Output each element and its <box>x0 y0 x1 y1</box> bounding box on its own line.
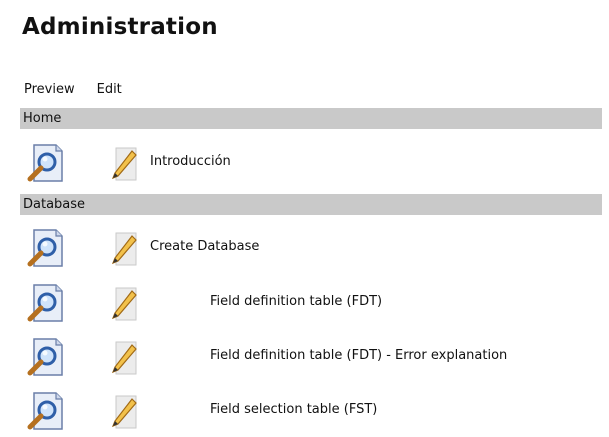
column-header-preview: Preview <box>24 82 75 97</box>
edit-button[interactable] <box>106 336 142 378</box>
list-item: Field selection table (FST) <box>22 390 602 432</box>
preview-button[interactable] <box>22 142 70 184</box>
list-item: Create Database <box>22 227 602 269</box>
magnifier-document-icon <box>27 392 63 430</box>
magnifier-document-icon <box>27 338 63 376</box>
magnifier-document-icon <box>27 284 63 322</box>
pencil-icon <box>111 395 137 429</box>
edit-button[interactable] <box>106 390 142 432</box>
page-title: Administration <box>22 14 218 40</box>
section-header-database: Database <box>20 194 602 215</box>
pencil-icon <box>111 232 137 266</box>
preview-button[interactable] <box>22 336 70 378</box>
section-title: Home <box>23 111 62 126</box>
list-item: Introducción <box>22 142 602 184</box>
edit-button[interactable] <box>106 227 142 269</box>
list-item: Field definition table (FDT) - Error exp… <box>22 336 602 378</box>
list-item: Field definition table (FDT) <box>22 282 602 324</box>
item-label[interactable]: Field definition table (FDT) - Error exp… <box>210 348 507 363</box>
pencil-icon <box>111 341 137 375</box>
pencil-icon <box>111 287 137 321</box>
magnifier-document-icon <box>27 229 63 267</box>
item-label[interactable]: Field selection table (FST) <box>210 402 377 417</box>
pencil-icon <box>111 147 137 181</box>
section-header-home: Home <box>20 108 602 129</box>
preview-button[interactable] <box>22 227 70 269</box>
column-headers: Preview Edit <box>24 82 122 97</box>
item-label[interactable]: Field definition table (FDT) <box>210 294 382 309</box>
preview-button[interactable] <box>22 390 70 432</box>
edit-button[interactable] <box>106 142 142 184</box>
preview-button[interactable] <box>22 282 70 324</box>
page: Administration Preview Edit Home Introdu… <box>0 0 609 437</box>
column-header-edit: Edit <box>96 82 122 97</box>
section-title: Database <box>23 197 86 212</box>
edit-button[interactable] <box>106 282 142 324</box>
magnifier-document-icon <box>27 144 63 182</box>
item-label[interactable]: Introducción <box>150 154 231 169</box>
item-label[interactable]: Create Database <box>150 239 259 254</box>
